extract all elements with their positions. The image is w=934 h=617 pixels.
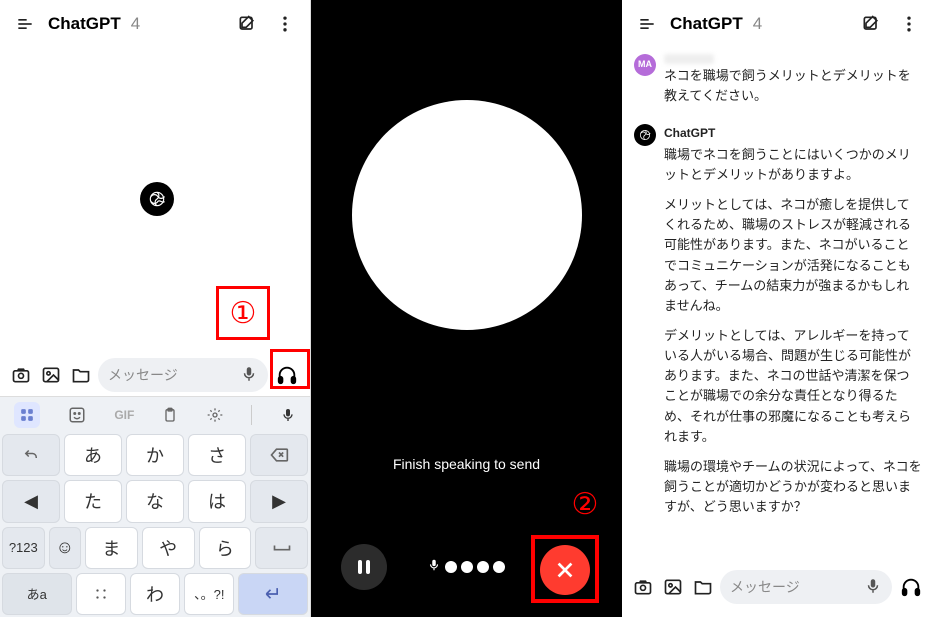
mic-icon[interactable] — [240, 365, 258, 386]
message-input-row: メッセージ — [0, 355, 310, 395]
camera-icon[interactable] — [8, 362, 34, 388]
key-ta[interactable]: た — [64, 480, 122, 522]
chat-thread: MA ネコを職場で飼うメリットとデメリットを教えてください。 ChatGPT 職… — [622, 50, 934, 563]
app-title: ChatGPT — [48, 14, 121, 34]
model-version: 4 — [131, 14, 140, 34]
callout-1: ① — [216, 286, 270, 340]
camera-icon[interactable] — [630, 574, 656, 600]
user-message: MA ネコを職場で飼うメリットとデメリットを教えてください。 — [634, 54, 922, 116]
key-ya[interactable]: や — [142, 527, 195, 569]
folder-icon[interactable] — [68, 362, 94, 388]
assistant-p2: メリットとしては、ネコが癒しを提供してくれるため、職場のストレスが軽減される可能… — [664, 195, 922, 316]
message-input[interactable]: メッセージ — [720, 570, 892, 604]
header-right: ChatGPT 4 — [622, 0, 934, 48]
key-na[interactable]: な — [126, 480, 184, 522]
key-a[interactable]: あ — [64, 434, 122, 476]
key-ma[interactable]: ま — [85, 527, 138, 569]
grid-icon[interactable] — [14, 402, 40, 428]
message-input-row: メッセージ — [622, 567, 934, 607]
key-ha[interactable]: は — [188, 480, 246, 522]
gif-button[interactable]: GIF — [114, 408, 134, 422]
finish-speaking-label: Finish speaking to send — [311, 456, 622, 472]
key-left[interactable]: ◀ — [2, 480, 60, 522]
key-sa[interactable]: さ — [188, 434, 246, 476]
header: ChatGPT 4 — [0, 0, 310, 48]
assistant-p3: デメリットとしては、アレルギーを持っている人がいる場合、問題が生じる可能性があり… — [664, 326, 922, 447]
more-icon[interactable] — [270, 9, 300, 39]
headphones-icon[interactable] — [896, 572, 926, 602]
mini-mic-icon — [427, 558, 441, 577]
key-ka[interactable]: か — [126, 434, 184, 476]
assistant-p4: 職場の環境やチームの状況によって、ネコを飼うことが適切かどうかが変わると思います… — [664, 457, 922, 517]
key-enter[interactable] — [238, 573, 308, 615]
key-backspace[interactable] — [250, 434, 308, 476]
mic-icon[interactable] — [864, 577, 882, 598]
compose-icon[interactable] — [856, 9, 886, 39]
user-text: ネコを職場で飼うメリットとデメリットを教えてください。 — [664, 66, 922, 106]
callout-2: ② — [558, 477, 612, 531]
key-right[interactable]: ▶ — [250, 480, 308, 522]
key-undo[interactable] — [2, 434, 60, 476]
assistant-message: ChatGPT 職場でネコを飼うことにはいくつかのメリットとデメリットがあります… — [634, 124, 922, 527]
gear-icon[interactable] — [207, 407, 223, 423]
keyboard-toolbar: GIF — [0, 396, 310, 432]
compose-icon[interactable] — [232, 9, 262, 39]
keyboard[interactable]: あ か さ ◀ た な は ▶ ?123 ☺ ま や ら あa わ 、。?! — [0, 432, 310, 617]
user-avatar: MA — [634, 54, 656, 76]
key-wa[interactable]: わ — [130, 573, 180, 615]
key-123[interactable]: ?123 — [2, 527, 45, 569]
callout-stop-highlight — [531, 535, 599, 603]
folder-icon[interactable] — [690, 574, 716, 600]
key-emoji[interactable]: ☺ — [49, 527, 81, 569]
key-punct[interactable]: 、。?! — [184, 573, 234, 615]
image-icon[interactable] — [660, 574, 686, 600]
message-placeholder: メッセージ — [108, 365, 240, 385]
assistant-p1: 職場でネコを飼うことにはいくつかのメリットとデメリットがありますよ。 — [664, 145, 922, 185]
clipboard-icon[interactable] — [162, 407, 178, 423]
assistant-name: ChatGPT — [664, 124, 922, 143]
chatgpt-logo-icon — [140, 182, 174, 216]
mic-toolbar-icon[interactable] — [280, 407, 296, 423]
sticker-icon[interactable] — [68, 406, 86, 424]
menu-icon[interactable] — [10, 9, 40, 39]
key-blank1[interactable] — [76, 573, 126, 615]
more-icon[interactable] — [894, 9, 924, 39]
key-ra[interactable]: ら — [199, 527, 252, 569]
menu-icon[interactable] — [632, 9, 662, 39]
audio-level-indicator — [427, 558, 505, 577]
key-lang[interactable]: あa — [2, 573, 72, 615]
app-title: ChatGPT — [670, 14, 743, 34]
user-name — [664, 54, 922, 64]
model-version: 4 — [753, 14, 762, 34]
message-input[interactable]: メッセージ — [98, 358, 268, 392]
headphones-icon[interactable] — [272, 360, 302, 390]
chatgpt-avatar-icon — [634, 124, 656, 146]
key-space[interactable] — [255, 527, 308, 569]
pause-button[interactable] — [341, 544, 387, 590]
image-icon[interactable] — [38, 362, 64, 388]
message-placeholder: メッセージ — [730, 577, 864, 597]
voice-visualizer — [352, 100, 582, 330]
